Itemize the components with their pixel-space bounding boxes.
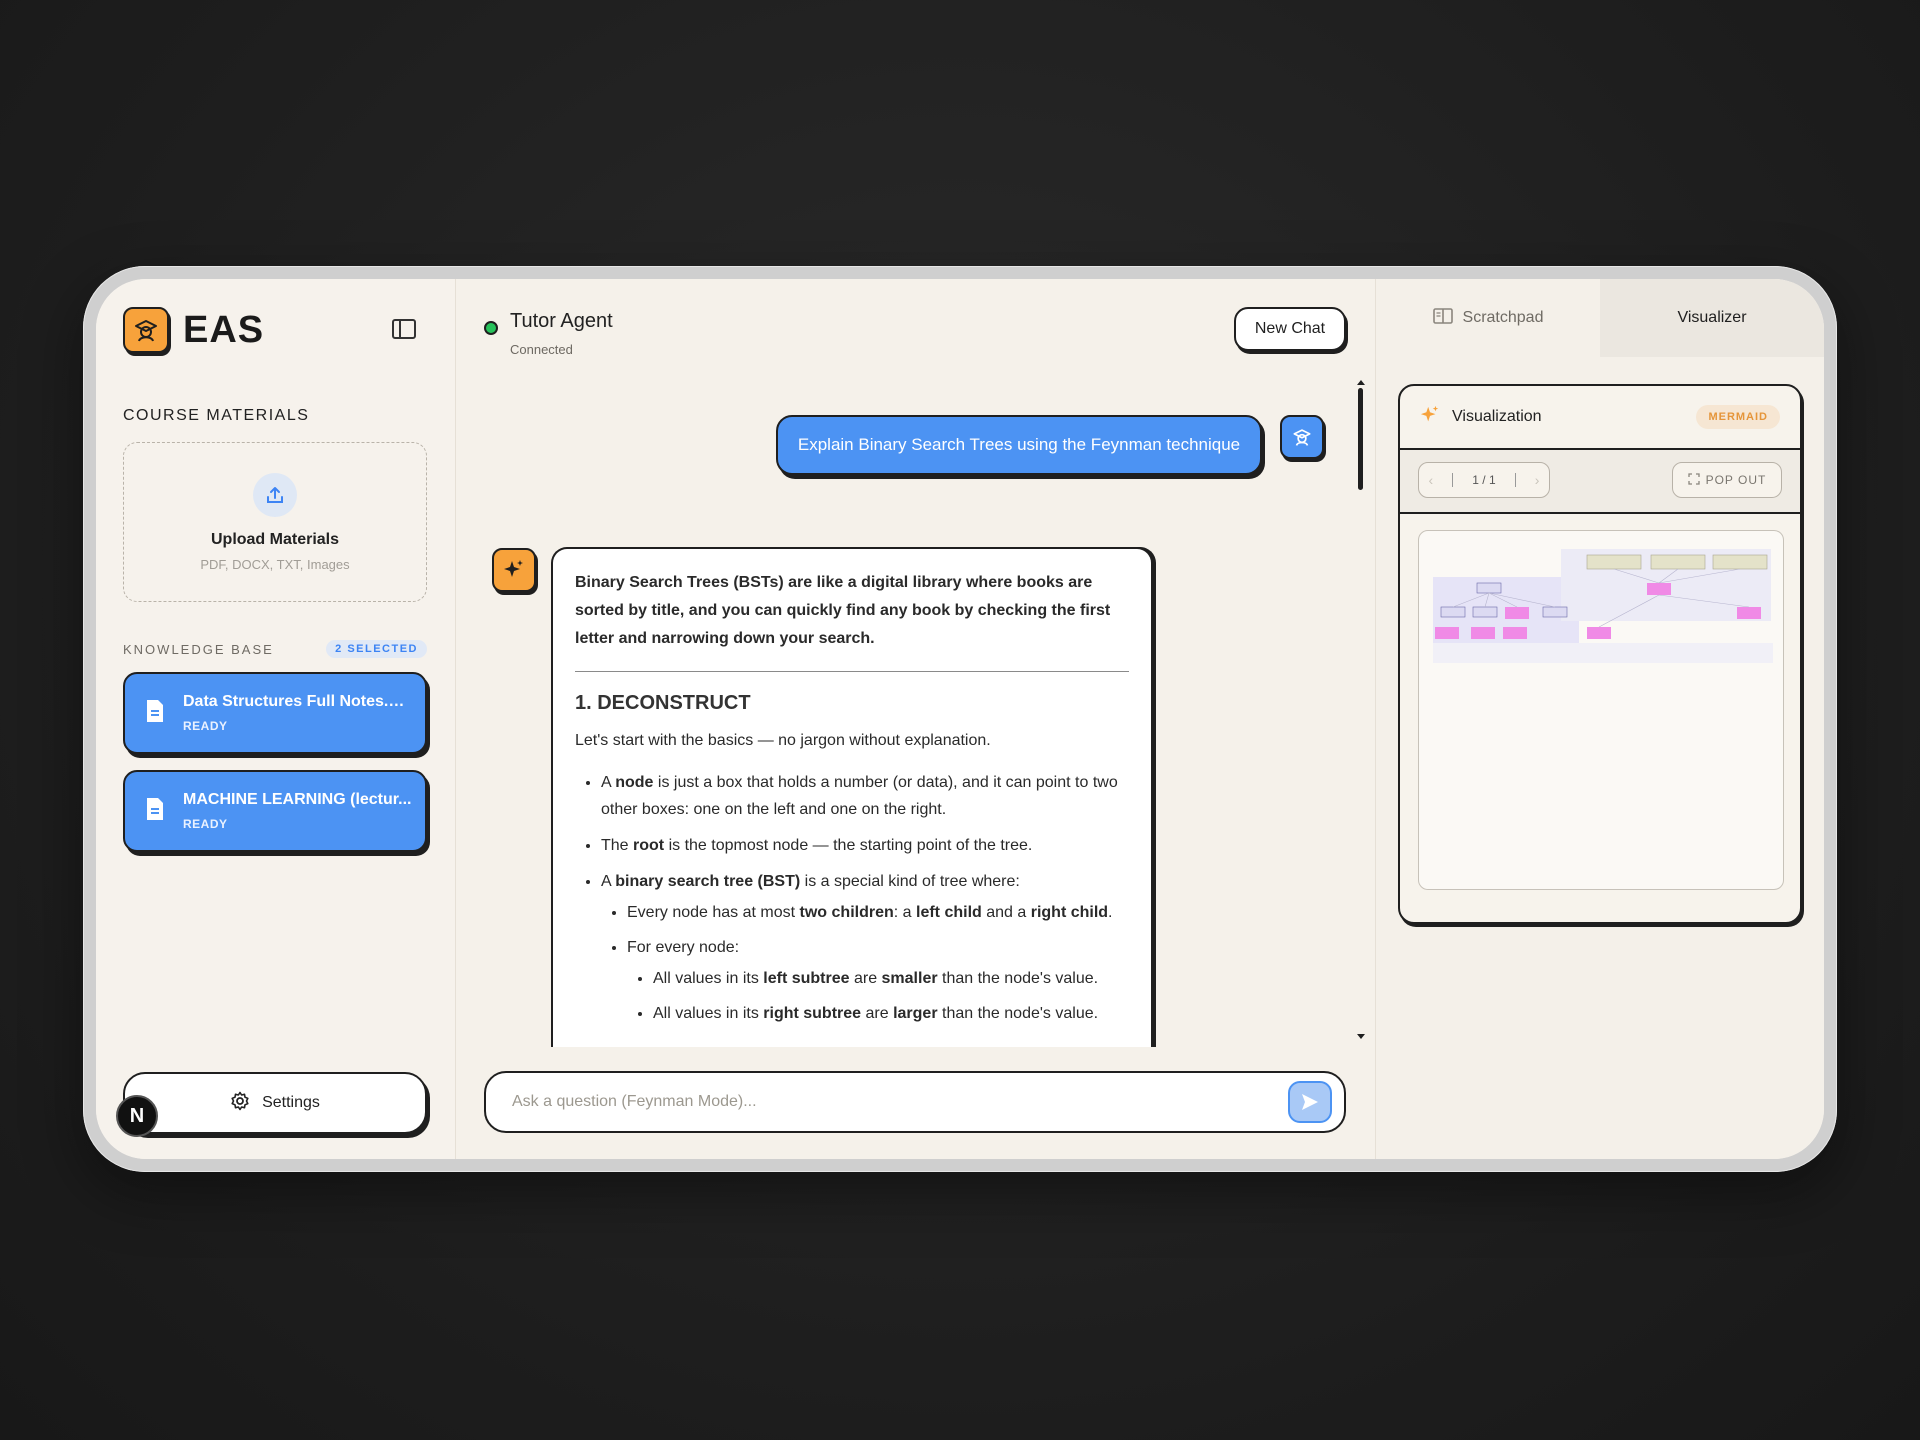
file-name: Data Structures Full Notes.pdf: [183, 693, 413, 710]
list-item: For every node: All values in its left s…: [627, 934, 1129, 1027]
brand-name: EAS: [183, 308, 265, 351]
list-item: The root is the topmost node — the start…: [601, 832, 1129, 859]
document-icon: [145, 699, 165, 728]
pop-out-button[interactable]: POP OUT: [1672, 462, 1782, 498]
sub-bullet-list: All values in its left subtree are small…: [627, 965, 1129, 1027]
sidebar-toggle-icon[interactable]: [392, 319, 416, 339]
visualization-header: Visualization MERMAID: [1400, 386, 1800, 450]
chevron-right-icon[interactable]: ›: [1535, 472, 1540, 488]
upload-subtitle: PDF, DOCX, TXT, Images: [200, 556, 350, 572]
dev-tools-badge[interactable]: N: [116, 1095, 158, 1137]
scroll-down-icon[interactable]: [1357, 1034, 1365, 1039]
online-status-dot: [484, 321, 498, 335]
file-status: READY: [183, 817, 228, 831]
pager: ‹ 1 / 1 ›: [1418, 462, 1550, 498]
file-card[interactable]: Data Structures Full Notes.pdf READY: [123, 672, 427, 754]
upload-dropzone[interactable]: Upload Materials PDF, DOCX, TXT, Images: [123, 442, 427, 602]
course-materials-title: COURSE MATERIALS: [123, 407, 310, 424]
page-indicator: 1 / 1: [1472, 473, 1496, 487]
section-heading: 1. DECONSTRUCT: [575, 692, 751, 714]
upload-title: Upload Materials: [210, 530, 340, 548]
agent-name: Tutor Agent: [510, 310, 613, 332]
knowledge-base-title: KNOWLEDGE BASE: [123, 641, 274, 657]
scroll-up-icon[interactable]: [1357, 380, 1365, 385]
visualization-card: Visualization MERMAID ‹ 1 / 1 › POP OUT: [1398, 384, 1802, 924]
divider: [1514, 473, 1516, 487]
diagram-canvas[interactable]: [1418, 530, 1784, 890]
mermaid-badge: MERMAID: [1696, 405, 1780, 429]
list-item: All values in its right subtree are larg…: [653, 1000, 1129, 1027]
pop-out-label: POP OUT: [1705, 473, 1767, 487]
tab-visualizer[interactable]: Visualizer: [1600, 279, 1824, 357]
selected-count-badge: 2 SELECTED: [326, 640, 427, 658]
divider: [1452, 473, 1454, 487]
file-status: READY: [183, 719, 228, 733]
assistant-message: Binary Search Trees (BSTs) are like a di…: [551, 547, 1153, 1047]
message-input[interactable]: [512, 1093, 1272, 1111]
file-card[interactable]: MACHINE LEARNING (lectur... READY: [123, 770, 427, 852]
list-item: Every node has at most two children: a l…: [627, 899, 1129, 926]
section-paragraph: Let's start with the basics — no jargon …: [575, 732, 991, 749]
chevron-left-icon[interactable]: ‹: [1429, 472, 1434, 488]
agent-status: Connected: [510, 342, 573, 357]
brand: EAS: [123, 307, 264, 353]
app-window: EAS COURSE MATERIALS Upload Materials PD…: [96, 279, 1824, 1159]
visualization-title: Visualization: [1452, 408, 1542, 425]
panel-tabs: Scratchpad Visualizer: [1376, 279, 1824, 357]
tab-scratchpad[interactable]: Scratchpad: [1376, 279, 1600, 357]
sub-bullet-list: Every node has at most two children: a l…: [601, 899, 1129, 1027]
file-name: MACHINE LEARNING (lectur...: [183, 791, 412, 808]
list-item: All values in its left subtree are small…: [653, 965, 1129, 992]
bullet-list: A node is just a box that holds a number…: [575, 769, 1129, 1027]
user-message: Explain Binary Search Trees using the Fe…: [776, 415, 1262, 475]
scrollbar-thumb[interactable]: [1358, 388, 1363, 490]
book-icon: [1432, 307, 1453, 329]
sparkle-icon: [492, 548, 536, 592]
chat-scrollbar[interactable]: [1357, 380, 1365, 1040]
new-chat-button[interactable]: New Chat: [1234, 307, 1346, 351]
gear-icon: [230, 1091, 250, 1116]
chat-panel: Tutor Agent Connected New Chat Explain B…: [456, 279, 1376, 1159]
tab-label: Visualizer: [1677, 309, 1747, 326]
expand-icon: [1687, 472, 1700, 488]
list-item: A node is just a box that holds a number…: [601, 769, 1129, 823]
message-composer: [484, 1071, 1346, 1133]
send-icon: [1302, 1094, 1318, 1110]
knowledge-base-header: KNOWLEDGE BASE 2 SELECTED: [123, 640, 427, 658]
document-icon: [145, 797, 165, 826]
visualization-toolbar: ‹ 1 / 1 › POP OUT: [1400, 450, 1800, 514]
right-panel: Scratchpad Visualizer Visualization MERM…: [1376, 279, 1824, 1159]
send-button[interactable]: [1288, 1081, 1332, 1123]
user-avatar-icon: [1280, 415, 1324, 459]
divider: [575, 671, 1129, 672]
diagram-thumbnail: [1433, 549, 1773, 663]
upload-icon: [253, 472, 297, 517]
sidebar: EAS COURSE MATERIALS Upload Materials PD…: [96, 279, 456, 1159]
sparkle-icon: [1420, 405, 1440, 430]
settings-button[interactable]: Settings: [123, 1072, 427, 1134]
graduate-icon: [123, 307, 169, 353]
answer-intro: Binary Search Trees (BSTs) are like a di…: [575, 574, 1111, 647]
settings-label: Settings: [262, 1094, 320, 1111]
tab-label: Scratchpad: [1462, 309, 1544, 326]
list-item: A binary search tree (BST) is a special …: [601, 868, 1129, 1027]
